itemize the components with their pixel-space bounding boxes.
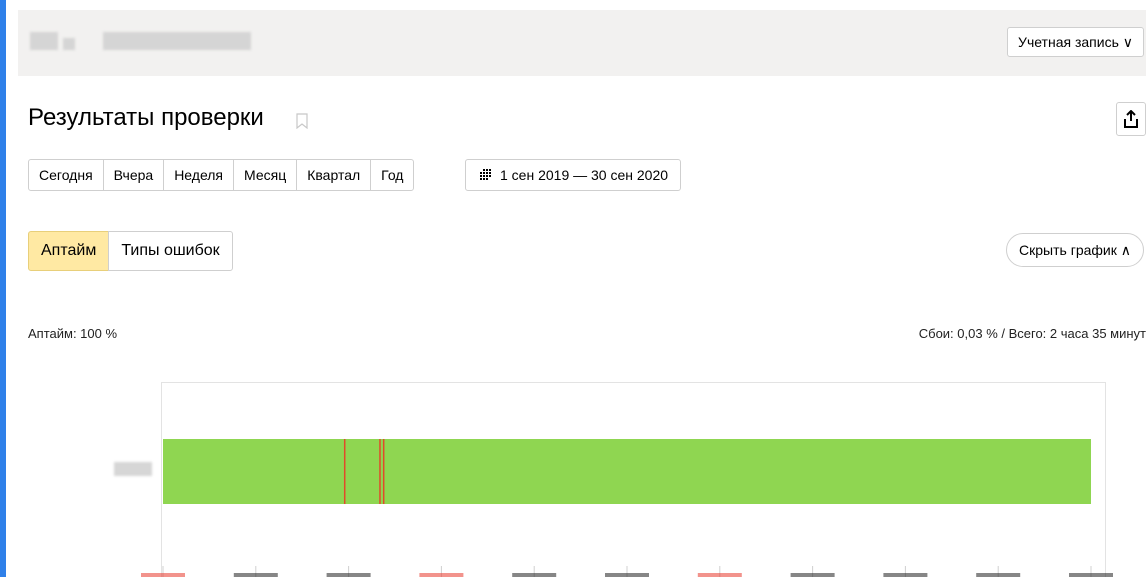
x-tick-label-0 [141,573,185,577]
x-tick-label-1 [233,573,278,577]
x-tick-label-2 [326,573,371,577]
status-ok-bar[interactable] [163,439,1091,504]
x-tick-label-5 [605,573,649,577]
failure-marker-2[interactable] [382,439,385,504]
uptime-timeline-chart [141,439,1113,577]
x-tick-label-7 [790,573,835,577]
x-tick-label-9 [976,573,1021,577]
x-tick-label-10 [1069,573,1113,577]
x-tick-label-3 [419,573,464,577]
x-tick-label-6 [697,573,742,577]
x-tick-label-4 [512,573,557,577]
failure-marker-0[interactable] [343,439,346,504]
x-tick-label-8 [883,573,928,577]
failure-marker-1[interactable] [379,439,381,504]
